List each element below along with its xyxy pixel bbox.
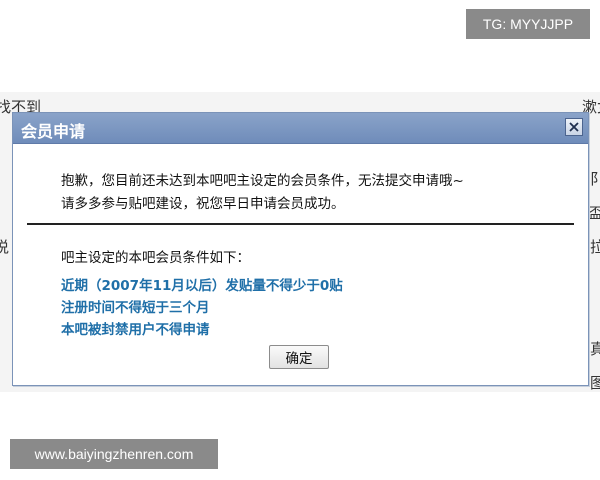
watermark-top-right: TG: MYYJJPP (466, 9, 590, 39)
membership-application-dialog: 会员申请 抱歉，您目前还未达到本吧吧主设定的会员条件，无法提交申请哦~ 请多多参… (12, 112, 589, 386)
message-line-1: 抱歉，您目前还未达到本吧吧主设定的会员条件，无法提交申请哦~ (61, 173, 464, 189)
background-text-right-fragment: 阝 (590, 170, 600, 188)
background-text-right-fragment: 盃 (588, 204, 600, 222)
message-line-2: 请多多参与贴吧建设，祝您早日申请会员成功。 (61, 196, 345, 212)
background-text-right-fragment: 图 (590, 374, 600, 392)
background-text-left-mid: 说 (0, 238, 10, 256)
close-icon (569, 122, 579, 132)
background-text-right-fragment: 真 (590, 340, 600, 358)
divider (27, 223, 574, 225)
dialog-title: 会员申请 (21, 122, 86, 141)
ok-button[interactable]: 确定 (269, 345, 329, 369)
close-button[interactable] (565, 118, 583, 136)
background-text-right-fragment: 拉 (590, 238, 600, 256)
condition-item: 近期（2007年11月以后）发贴量不得少于0贴 (61, 278, 343, 294)
watermark-bottom-left: www.baiyingzhenren.com (10, 439, 218, 469)
condition-item: 本吧被封禁用户不得申请 (61, 322, 210, 338)
condition-item: 注册时间不得短于三个月 (61, 300, 210, 316)
dialog-titlebar: 会员申请 (13, 113, 588, 144)
conditions-title: 吧主设定的本吧会员条件如下： (61, 250, 250, 266)
